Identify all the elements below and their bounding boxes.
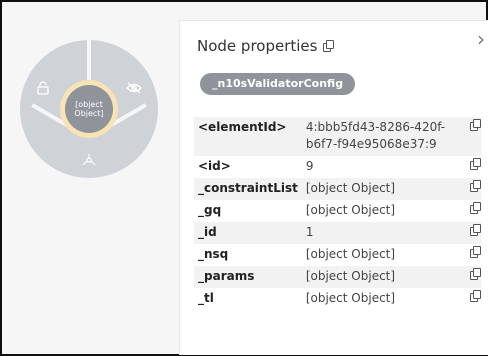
copy-icon[interactable] xyxy=(470,224,481,236)
copy-icon[interactable] xyxy=(323,39,335,52)
property-value: [object Object] xyxy=(301,178,459,200)
table-row: _nsq [object Object] xyxy=(194,244,481,266)
property-key: _id xyxy=(194,222,302,244)
property-value: 9 xyxy=(305,159,314,173)
property-key: _gq xyxy=(198,203,222,217)
property-key: _constraintList xyxy=(194,178,302,200)
properties-table: <elementId> 4:bbb5fd43-8286-420f-b6f7-f9… xyxy=(194,117,481,310)
node-radial-menu: [object Object] xyxy=(20,40,158,178)
panel-title-row: Node properties xyxy=(197,37,335,55)
property-value: 1 xyxy=(301,222,459,244)
property-value: [object Object] xyxy=(305,247,396,261)
table-row: <id> 9 xyxy=(194,156,481,178)
table-row: _tl [object Object] xyxy=(194,288,481,310)
property-key: _nsq xyxy=(198,247,229,261)
table-row: _constraintList [object Object] xyxy=(194,178,481,200)
property-key: _tl xyxy=(198,291,214,305)
node-properties-panel: Node properties › _n10sValidatorConfig <… xyxy=(179,20,488,355)
copy-icon[interactable] xyxy=(470,158,481,170)
property-key: _params xyxy=(194,266,302,288)
lock-icon[interactable] xyxy=(36,80,50,99)
table-row: <elementId> 4:bbb5fd43-8286-420f-b6f7-f9… xyxy=(194,117,481,156)
table-row: _id 1 xyxy=(194,222,481,244)
property-value: [object Object] xyxy=(301,266,459,288)
property-value: [object Object] xyxy=(305,203,396,217)
property-value: 4:bbb5fd43-8286-420f-b6f7-f94e95068e37:9 xyxy=(301,117,459,156)
selected-node[interactable]: [object Object] xyxy=(60,80,118,138)
copy-icon[interactable] xyxy=(470,119,481,131)
property-value: [object Object] xyxy=(305,291,396,305)
copy-icon[interactable] xyxy=(470,202,481,214)
property-key: <elementId> xyxy=(194,117,302,156)
copy-icon[interactable] xyxy=(470,290,481,302)
copy-icon[interactable] xyxy=(470,180,481,192)
panel-title: Node properties xyxy=(197,37,318,55)
radial-divider xyxy=(87,40,91,80)
app-frame: [object Object] Node properties › _n10sV… xyxy=(0,0,488,356)
copy-icon[interactable] xyxy=(470,246,481,258)
table-row: _params [object Object] xyxy=(194,266,481,288)
eye-off-icon[interactable] xyxy=(126,80,142,99)
node-caption: [object Object] xyxy=(65,85,113,133)
table-row: _gq [object Object] xyxy=(194,200,481,222)
expand-icon[interactable] xyxy=(82,152,96,171)
chevron-right-icon[interactable]: › xyxy=(477,29,485,49)
property-key: <id> xyxy=(198,159,231,173)
copy-icon[interactable] xyxy=(470,268,481,280)
node-label-badge[interactable]: _n10sValidatorConfig xyxy=(200,73,356,95)
